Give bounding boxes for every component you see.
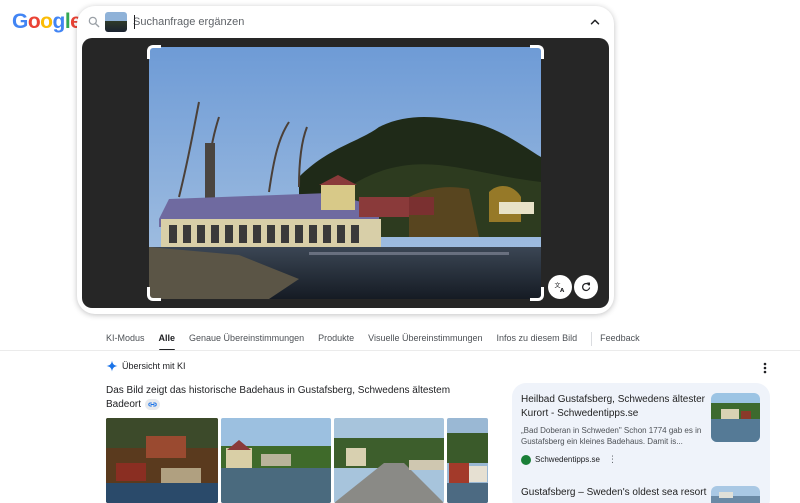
search-card: 文 A xyxy=(77,6,614,314)
result-thumbnail[interactable] xyxy=(711,393,760,442)
ai-image-1[interactable] xyxy=(106,418,218,503)
svg-text:A: A xyxy=(560,288,565,293)
result-source[interactable]: Schwedentipps.se ⋮ xyxy=(521,454,617,465)
text-caret xyxy=(134,15,135,29)
refresh-icon xyxy=(582,282,591,292)
tab-produkte[interactable]: Produkte xyxy=(318,329,354,349)
tab-feedback[interactable]: Feedback xyxy=(600,329,640,349)
tab-alle[interactable]: Alle xyxy=(158,329,175,351)
more-vert-icon[interactable] xyxy=(760,361,770,375)
ai-overview-text: Das Bild zeigt das historische Badehaus … xyxy=(106,384,466,412)
search-input[interactable] xyxy=(133,13,533,31)
image-viewer: 文 A xyxy=(82,38,609,308)
link-icon xyxy=(148,402,157,407)
tab-ki-modus[interactable]: KI-Modus xyxy=(106,329,145,349)
logo-letter: G xyxy=(12,10,28,33)
result-thumbnail[interactable] xyxy=(711,486,760,503)
tab-visuelle-uebereinstimmungen[interactable]: Visuelle Übereinstimmungen xyxy=(368,329,482,349)
tab-separator xyxy=(591,332,593,346)
query-image-thumbnail[interactable] xyxy=(105,12,127,32)
result-source-name: Schwedentipps.se xyxy=(535,455,600,464)
crop-handle-top-left[interactable] xyxy=(147,45,161,59)
search-icon[interactable] xyxy=(87,15,101,29)
logo-letter: o xyxy=(40,10,53,33)
query-photo[interactable] xyxy=(149,47,541,299)
logo-letter: g xyxy=(52,10,66,33)
crop-handle-bottom-right[interactable] xyxy=(530,287,544,301)
logo-letter: o xyxy=(27,10,41,33)
translate-button[interactable]: 文 A xyxy=(548,275,572,299)
chevron-up-icon[interactable] xyxy=(588,15,602,29)
ai-image-4[interactable] xyxy=(447,418,488,503)
crop-handle-bottom-left[interactable] xyxy=(147,287,161,301)
google-logo[interactable]: Google xyxy=(12,10,82,34)
result-title[interactable]: Gustafsberg – Sweden's oldest sea resort xyxy=(521,486,707,500)
ai-image-3[interactable] xyxy=(334,418,444,503)
crop-handle-top-right[interactable] xyxy=(530,45,544,59)
tab-genaue-uebereinstimmungen[interactable]: Genaue Übereinstimmungen xyxy=(189,329,304,349)
favicon xyxy=(521,454,531,465)
divider xyxy=(0,350,800,351)
source-link-chip[interactable] xyxy=(145,398,161,410)
ai-overview-title: Übersicht mit KI xyxy=(122,361,186,371)
ai-overview-header: Übersicht mit KI xyxy=(106,360,186,372)
result-title[interactable]: Heilbad Gustafsberg, Schwedens ältester … xyxy=(521,393,707,421)
result-snippet: „Bad Doberan in Schweden" Schon 1774 gab… xyxy=(521,426,702,446)
ai-image-2[interactable] xyxy=(221,418,331,503)
sparkle-icon xyxy=(106,360,118,372)
more-vert-icon[interactable]: ⋮ xyxy=(608,454,617,465)
result-tabs: KI-Modus Alle Genaue Übereinstimmungen P… xyxy=(106,328,654,351)
tab-infos-zu-diesem-bild[interactable]: Infos zu diesem Bild xyxy=(497,329,578,349)
translate-icon: 文 A xyxy=(555,282,566,294)
ai-image-strip xyxy=(106,418,491,503)
search-bar xyxy=(77,6,614,38)
reset-crop-button[interactable] xyxy=(574,275,598,299)
